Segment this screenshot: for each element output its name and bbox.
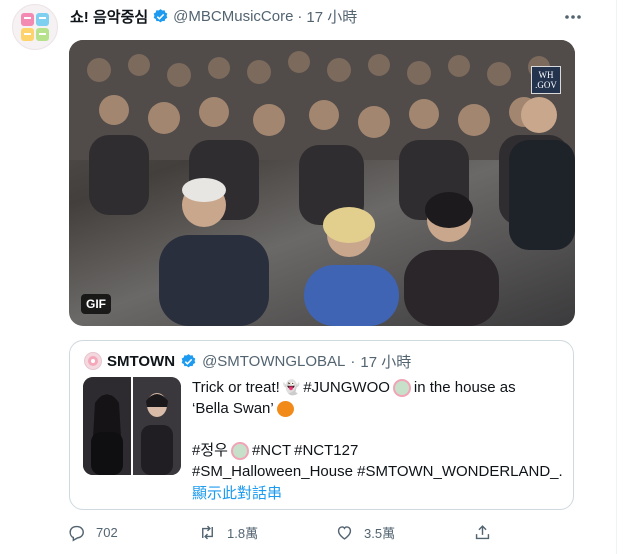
hashtag-nct[interactable]: #NCT — [252, 440, 291, 461]
gif-badge: GIF — [81, 294, 111, 314]
ghost-emoji-icon: 👻 — [282, 379, 301, 395]
quoted-tweet-header: SMTOWN @SMTOWNGLOBAL · 17 小時 — [84, 351, 411, 371]
reply-icon — [69, 525, 84, 542]
gif-media[interactable]: WH .GOV GIF — [69, 40, 575, 326]
quoted-tweet-text: Trick or treat! 👻 #JUNGWOO in the house … — [192, 377, 562, 482]
quoted-text-blank-line — [192, 419, 562, 440]
quoted-verified-badge-icon — [181, 353, 196, 367]
hashtag-jungwoo[interactable]: #JUNGWOO — [303, 377, 390, 398]
retweet-icon — [202, 525, 213, 540]
quoted-photo-left — [83, 377, 131, 475]
quoted-avatar[interactable] — [84, 352, 102, 370]
verified-badge-icon — [153, 8, 168, 22]
show-thread-link[interactable]: 顯示此對話串 — [192, 482, 282, 503]
separator-dot: · — [297, 7, 303, 25]
quoted-media[interactable] — [83, 377, 181, 475]
avatar[interactable] — [12, 4, 58, 50]
quoted-text-part: ‘Bella Swan’ — [192, 400, 274, 417]
quoted-text-line-1: Trick or treat! 👻 #JUNGWOO in the house … — [192, 377, 562, 398]
like-button[interactable]: 3.5萬 — [335, 523, 395, 542]
quoted-text-line-2: ‘Bella Swan’ — [192, 398, 562, 419]
tweet-actions: 702 1.8萬 3.5萬 — [67, 523, 587, 545]
quoted-text-line-3: #정우 #NCT #NCT127 — [192, 440, 562, 461]
display-name[interactable]: 쇼! 음악중심 — [70, 6, 148, 27]
tweet-header: 쇼! 음악중심 @MBCMusicCore · 17 小時 — [70, 6, 357, 26]
whitehouse-watermark: WH .GOV — [531, 66, 561, 94]
share-button[interactable] — [473, 523, 492, 542]
more-dots-icon — [565, 15, 581, 19]
timeline-border — [616, 0, 617, 554]
quoted-text-part: Trick or treat! — [192, 379, 280, 396]
quoted-separator-dot: · — [350, 352, 356, 370]
retweet-count: 1.8萬 — [227, 526, 259, 541]
quoted-timestamp: 17 小時 — [360, 353, 412, 371]
quoted-text-part: in the house as — [413, 379, 516, 396]
like-count: 3.5萬 — [364, 526, 396, 541]
person-photo — [133, 377, 181, 475]
reply-button[interactable]: 702 — [67, 523, 118, 542]
jeongwoo-hashflag-icon — [230, 441, 249, 460]
quoted-handle: @SMTOWNGLOBAL — [202, 352, 346, 370]
reply-count: 702 — [96, 525, 118, 540]
watermark-bottom-text: .GOV — [535, 80, 557, 90]
quoted-tweet[interactable]: SMTOWN @SMTOWNGLOBAL · 17 小時 Trick or tr… — [69, 340, 574, 510]
handle[interactable]: @MBCMusicCore — [173, 8, 293, 25]
person-photo — [83, 377, 131, 475]
pumpkin-emoji-icon — [276, 400, 294, 417]
retweet-button[interactable]: 1.8萬 — [198, 523, 258, 542]
more-options-button[interactable] — [562, 8, 584, 26]
smtown-logo-icon — [88, 356, 98, 366]
timestamp[interactable]: 17 小時 — [306, 6, 357, 27]
quoted-photo-right — [133, 377, 181, 475]
hashtags-halloween[interactable]: #SM_Halloween_House #SMTOWN_WONDERLAND_.… — [192, 461, 562, 482]
hashtag-nct127[interactable]: #NCT127 — [294, 440, 358, 461]
quoted-display-name: SMTOWN — [107, 352, 176, 370]
heart-icon — [337, 526, 352, 540]
show-music-core-logo-icon — [21, 13, 49, 41]
share-icon — [475, 525, 490, 540]
crowd-image — [69, 40, 575, 326]
quoted-text-line-4: #SM_Halloween_House #SMTOWN_WONDERLAND_.… — [192, 461, 562, 482]
jungwoo-hashflag-icon — [392, 378, 411, 397]
watermark-top-text: WH — [538, 70, 554, 80]
hashtag-jeongwoo[interactable]: #정우 — [192, 440, 228, 461]
